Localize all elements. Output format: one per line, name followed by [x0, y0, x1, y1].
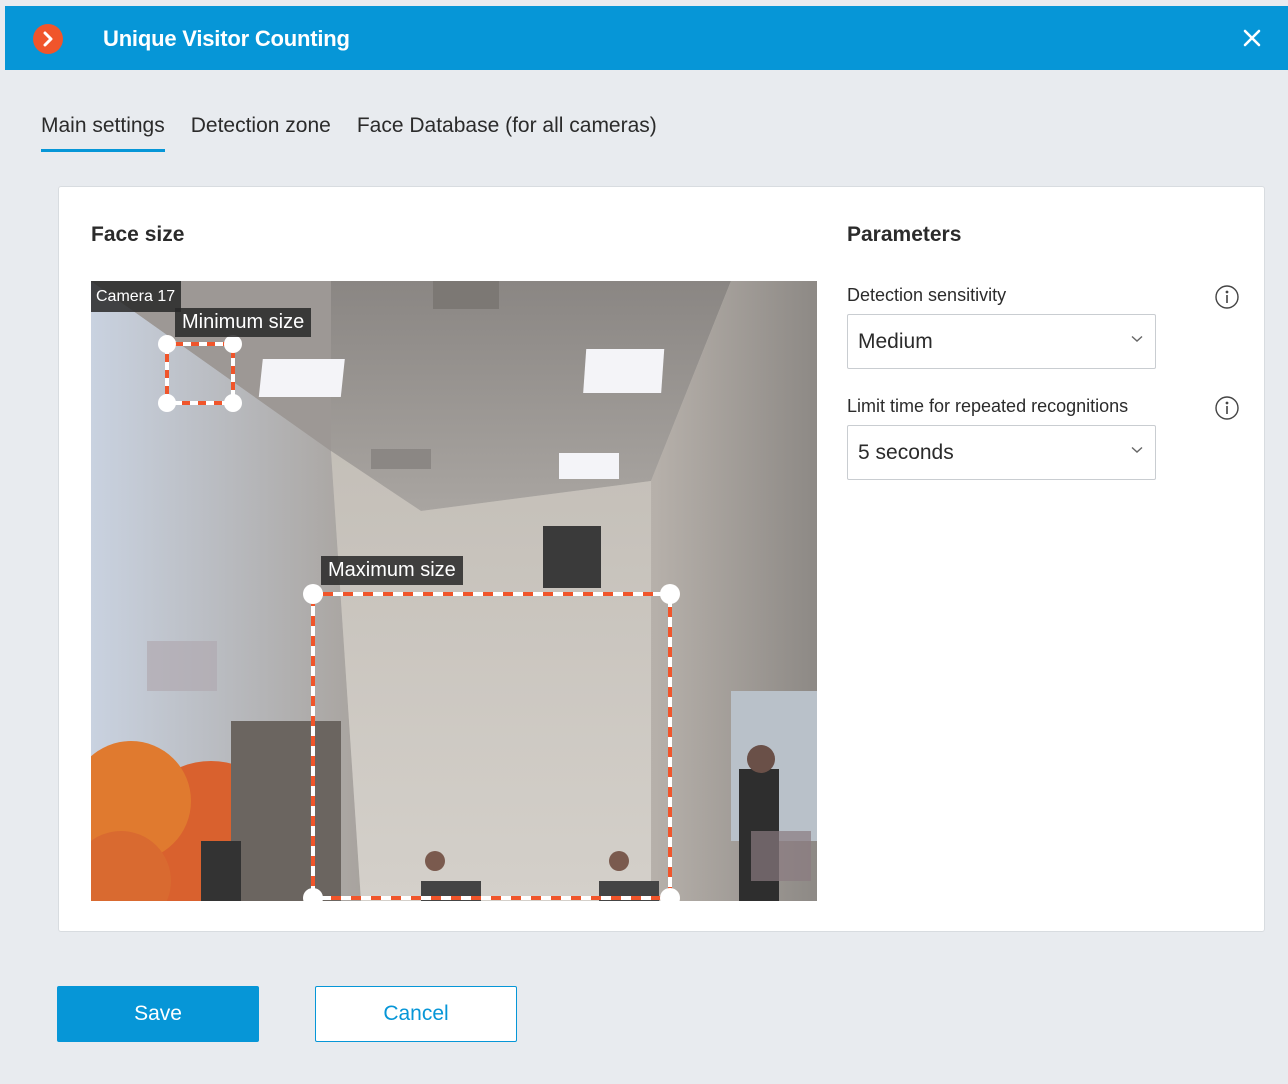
close-button[interactable] [1238, 24, 1266, 52]
settings-panel: Face size Camera 17 Minimum size Maximum… [58, 186, 1265, 932]
min-size-handle[interactable] [158, 394, 176, 412]
info-icon[interactable] [1214, 284, 1240, 310]
info-icon[interactable] [1214, 395, 1240, 421]
camera-name-label: Camera 17 [91, 281, 182, 312]
camera-preview: Camera 17 Minimum size Maximum size [91, 281, 817, 901]
limit-time-select[interactable]: 5 seconds [847, 425, 1156, 480]
window-title: Unique Visitor Counting [103, 26, 350, 51]
app-logo-icon [33, 24, 63, 54]
max-size-handle[interactable] [303, 584, 323, 604]
chevron-down-icon [1131, 335, 1143, 342]
tab-face-database[interactable]: Face Database (for all cameras) [357, 114, 657, 150]
close-icon [1243, 29, 1261, 47]
detection-sensitivity-label: Detection sensitivity [847, 285, 1007, 305]
tab-detection-zone[interactable]: Detection zone [191, 114, 331, 150]
min-size-handle[interactable] [224, 394, 242, 412]
title-bar: Unique Visitor Counting [5, 6, 1288, 70]
cancel-button[interactable]: Cancel [315, 986, 517, 1042]
detection-sensitivity-value: Medium [858, 329, 933, 353]
save-button[interactable]: Save [57, 986, 259, 1042]
maximum-size-label: Maximum size [321, 556, 463, 585]
tab-main-settings[interactable]: Main settings [41, 114, 165, 152]
chevron-down-icon [1131, 446, 1143, 453]
face-size-title: Face size [91, 223, 185, 246]
max-size-handle[interactable] [660, 584, 680, 604]
limit-time-value: 5 seconds [858, 440, 954, 464]
min-size-handle[interactable] [158, 335, 176, 353]
minimum-size-label: Minimum size [175, 308, 312, 337]
camera-image [91, 281, 817, 901]
limit-time-label: Limit time for repeated recognitions [847, 396, 1129, 416]
min-size-handle[interactable] [224, 335, 242, 353]
dialog-window: Unique Visitor Counting Main settings De… [5, 6, 1288, 1084]
tab-bar: Main settings Detection zone Face Databa… [41, 114, 657, 152]
parameters-title: Parameters [847, 223, 962, 246]
detection-sensitivity-select[interactable]: Medium [847, 314, 1156, 369]
